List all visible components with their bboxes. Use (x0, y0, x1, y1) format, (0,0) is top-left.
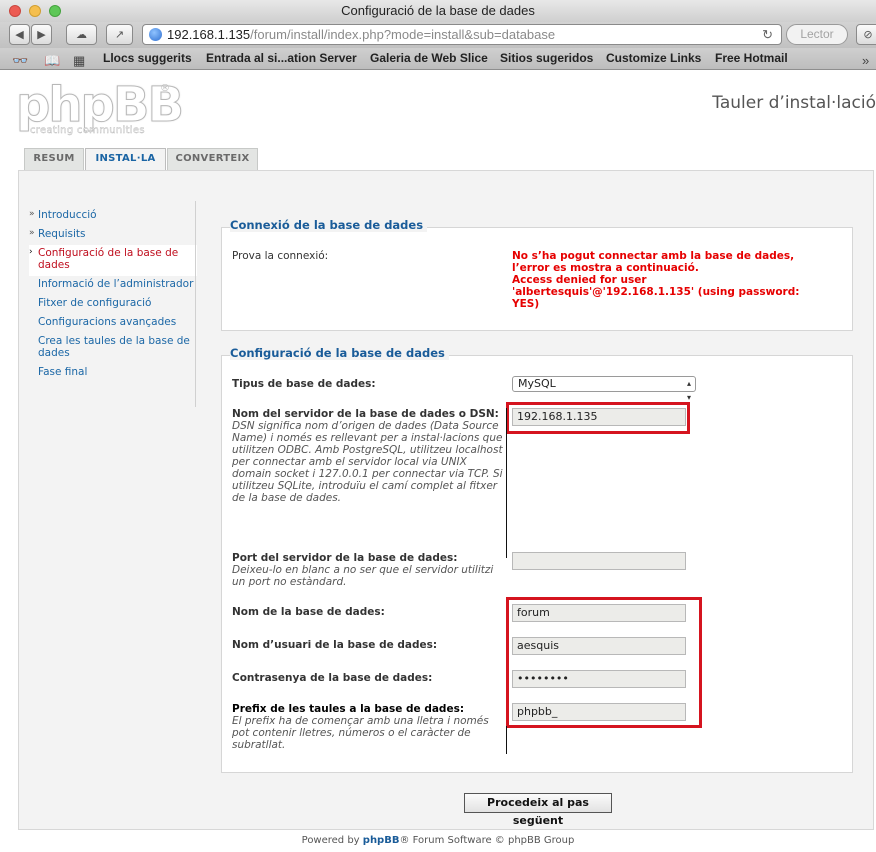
test-connection-label: Prova la connexió: (232, 250, 329, 262)
stop-icon: ⊘ (863, 28, 873, 41)
stop-button[interactable]: ⊘ (856, 24, 876, 45)
next-step-button[interactable]: Procedeix al pas següent (464, 793, 612, 827)
forward-arrow-icon: ▶ (37, 28, 46, 41)
url-host: 192.168.1.135 (167, 27, 251, 42)
step-menu: » Introducció » Requisits › Configuració de… (29, 207, 197, 383)
minimize-window-button[interactable] (29, 5, 41, 17)
reload-icon[interactable]: ↻ (762, 25, 773, 44)
share-button[interactable]: ↗ (106, 24, 133, 45)
menu-item-fitxer-config[interactable]: Fitxer de configuració (29, 295, 197, 314)
logo-tagline: creating communities (30, 125, 145, 136)
logo-text: phpBB (16, 77, 185, 133)
port-input[interactable] (512, 552, 686, 570)
server-label: Nom del servidor de la base de dades o D… (232, 408, 499, 420)
menu-item-crea-taules[interactable]: Crea les taules de la base de dades (29, 333, 197, 364)
forward-button[interactable]: ▶ (31, 24, 52, 45)
config-legend: Configuració de la base de dades (230, 346, 449, 360)
tab-instal-la[interactable]: INSTAL·LA (85, 148, 166, 171)
menu-divider (195, 201, 196, 407)
db-type-select[interactable]: MySQL ▴ ▾ (512, 376, 696, 402)
phpbb-link[interactable]: phpBB (363, 835, 400, 846)
menu-item-introduccio[interactable]: » Introducció (29, 207, 197, 226)
globe-icon (149, 28, 162, 41)
password-label: Contrasenya de la base de dades: (232, 672, 433, 684)
error-detail: Access denied for user 'albertesquis'@'1… (512, 274, 800, 310)
tab-resum[interactable]: RESUM (24, 148, 84, 170)
bookmark-item[interactable]: Customize Links (606, 48, 701, 69)
user-label: Nom d’usuari de la base de dades: (232, 639, 438, 651)
port-label: Port del servidor de la base de dades: (232, 552, 458, 564)
bookmarks-bar: 👓 📖 ▦ Llocs suggerits Entrada al si...at… (0, 48, 876, 70)
server-help-text: DSN significa nom d’origen de dades (Dat… (232, 420, 503, 504)
bookmark-item[interactable]: Llocs suggerits (103, 48, 192, 69)
highlight-credentials (506, 597, 702, 728)
bullet-icon: » (29, 228, 35, 238)
server-row-label: Nom del servidor de la base de dades o D… (232, 408, 504, 504)
bookmark-item[interactable]: Sitios sugeridos (500, 48, 593, 69)
port-row-label: Port del servidor de la base de dades: D… (232, 552, 504, 588)
db-type-label: Tipus de base de dades: (232, 378, 376, 390)
highlight-server (506, 402, 690, 434)
bookmark-item[interactable]: Free Hotmail (715, 48, 788, 69)
menu-item-config-avancades[interactable]: Configuracions avançades (29, 314, 197, 333)
browser-toolbar: ◀ ▶ ☁ ↗ 192.168.1.135/forum/install/inde… (0, 22, 876, 48)
current-step-arrow-icon: › (29, 247, 33, 257)
main-panel: » Introducció » Requisits › Configuració de… (18, 170, 874, 830)
reader-button[interactable]: Lector (786, 24, 848, 45)
connection-fieldset: Connexió de la base de dades Prova la co… (221, 218, 853, 331)
tab-converteix[interactable]: CONVERTEIX (167, 148, 258, 170)
top-sites-grid-icon[interactable]: ▦ (73, 50, 85, 71)
prefix-row-label: Prefix de les taules a la base de dades:… (232, 703, 504, 751)
back-arrow-icon: ◀ (15, 28, 24, 41)
address-bar[interactable]: 192.168.1.135/forum/install/index.php?mo… (142, 24, 782, 45)
zoom-window-button[interactable] (49, 5, 61, 17)
window-titlebar: Configuració de la base de dades (0, 0, 876, 22)
more-bookmarks-chevron-icon[interactable]: » (862, 50, 869, 71)
annotation-line (506, 726, 507, 754)
db-type-value: MySQL (518, 377, 556, 390)
menu-item-configuracio-bd[interactable]: › Configuració de la base de dades (29, 245, 197, 276)
connection-error: No s’ha pogut connectar amb la base de d… (512, 250, 830, 310)
menu-item-informacio-admin[interactable]: Informació de l’administrador (29, 276, 197, 295)
bookmark-item[interactable]: Galeria de Web Slice (370, 48, 488, 69)
page-content: phpBB creating communities ® Tauler d’in… (0, 71, 876, 852)
menu-item-requisits[interactable]: » Requisits (29, 226, 197, 245)
cloud-icon: ☁ (76, 28, 87, 41)
error-message: No s’ha pogut connectar amb la base de d… (512, 250, 795, 274)
select-arrows-icon: ▴ ▾ (686, 379, 691, 402)
port-help-text: Deixeu-lo en blanc a no ser que el servi… (232, 564, 494, 588)
menu-item-fase-final[interactable]: Fase final (29, 364, 197, 383)
registered-mark: ® (160, 83, 170, 94)
bullet-icon: » (29, 209, 35, 219)
connection-legend: Connexió de la base de dades (230, 218, 428, 232)
prefix-label: Prefix de les taules a la base de dades: (232, 703, 465, 715)
footer: Powered by phpBB® Forum Software © phpBB… (301, 835, 575, 846)
back-button[interactable]: ◀ (9, 24, 30, 45)
reading-list-icon[interactable]: 👓 (12, 50, 28, 71)
annotation-line (506, 408, 507, 558)
database-config-fieldset: Configuració de la base de dades Tipus d… (221, 346, 853, 773)
icloud-button[interactable]: ☁ (66, 24, 97, 45)
window-title: Configuració de la base de dades (341, 3, 535, 18)
prefix-help-text: El prefix ha de començar amb una lletra … (232, 715, 489, 751)
bookmarks-book-icon[interactable]: 📖 (44, 50, 60, 71)
phpbb-logo[interactable]: phpBB creating communities ® (16, 77, 185, 139)
dbname-label: Nom de la base de dades: (232, 606, 385, 618)
share-icon: ↗ (114, 28, 125, 41)
close-window-button[interactable] (9, 5, 21, 17)
url-path: /forum/install/index.php?mode=install&su… (250, 27, 556, 42)
page-title: Tauler d’instal·lació (712, 93, 876, 113)
bookmark-item[interactable]: Entrada al si...ation Server (206, 48, 357, 69)
